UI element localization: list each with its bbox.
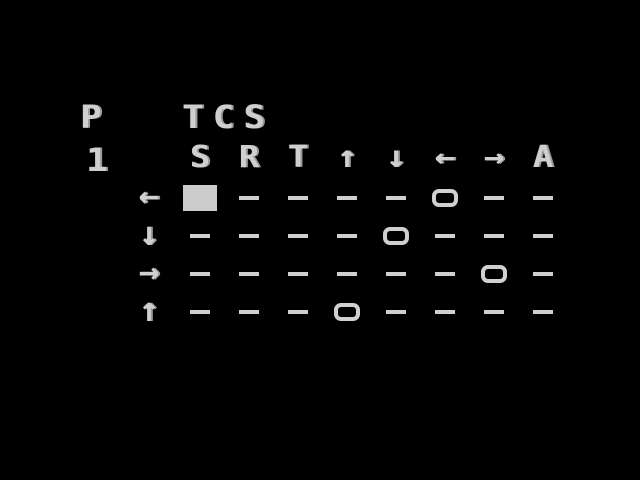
cell-up-a[interactable] — [518, 293, 568, 331]
empty-slot-dash — [435, 234, 455, 238]
empty-slot-dash — [533, 234, 553, 238]
empty-slot-dash — [337, 196, 357, 200]
empty-slot-dash — [533, 196, 553, 200]
row-label-up: ↑ — [138, 290, 160, 330]
empty-slot-dash — [337, 272, 357, 276]
row-label-left: ← — [138, 176, 160, 216]
cell-right-r[interactable] — [224, 255, 274, 293]
empty-slot-dash — [288, 196, 308, 200]
empty-slot-dash — [435, 310, 455, 314]
cell-right-down[interactable] — [371, 255, 421, 293]
cell-down-down[interactable] — [371, 217, 421, 255]
empty-slot-dash — [337, 234, 357, 238]
selected-marker — [481, 265, 507, 283]
cell-right-right[interactable] — [469, 255, 519, 293]
row-label-down: ↓ — [138, 214, 160, 254]
empty-slot-dash — [484, 196, 504, 200]
empty-slot-dash — [288, 310, 308, 314]
cell-up-t[interactable] — [273, 293, 323, 331]
row-label-right: → — [138, 252, 160, 292]
column-header-t: T — [287, 139, 309, 176]
cell-left-a[interactable] — [518, 179, 568, 217]
cell-left-up[interactable] — [322, 179, 372, 217]
empty-slot-dash — [386, 196, 406, 200]
empty-slot-dash — [288, 234, 308, 238]
cell-down-right[interactable] — [469, 217, 519, 255]
cell-left-left[interactable] — [420, 179, 470, 217]
column-header-left: ← — [434, 139, 456, 176]
empty-slot-dash — [386, 310, 406, 314]
tcs-label: TCS — [182, 99, 275, 137]
cell-up-left[interactable] — [420, 293, 470, 331]
cell-down-up[interactable] — [322, 217, 372, 255]
column-header-down: ↓ — [385, 139, 407, 176]
column-header-a: A — [532, 139, 554, 176]
column-header-s: S — [189, 139, 211, 176]
empty-slot-dash — [239, 196, 259, 200]
cell-up-s[interactable] — [175, 293, 225, 331]
column-header-r: R — [238, 139, 260, 176]
cell-left-s[interactable] — [175, 179, 225, 217]
empty-slot-dash — [190, 234, 210, 238]
cell-left-down[interactable] — [371, 179, 421, 217]
selected-marker — [432, 189, 458, 207]
empty-slot-dash — [533, 272, 553, 276]
selection-cursor — [183, 185, 217, 211]
empty-slot-dash — [484, 234, 504, 238]
cell-down-s[interactable] — [175, 217, 225, 255]
cell-right-s[interactable] — [175, 255, 225, 293]
empty-slot-dash — [239, 272, 259, 276]
empty-slot-dash — [239, 234, 259, 238]
cell-up-right[interactable] — [469, 293, 519, 331]
cell-down-r[interactable] — [224, 217, 274, 255]
cell-up-r[interactable] — [224, 293, 274, 331]
cell-left-r[interactable] — [224, 179, 274, 217]
selected-marker — [383, 227, 409, 245]
cell-up-up[interactable] — [322, 293, 372, 331]
empty-slot-dash — [190, 272, 210, 276]
selected-marker — [334, 303, 360, 321]
p-label: P — [80, 99, 111, 137]
cell-left-t[interactable] — [273, 179, 323, 217]
empty-slot-dash — [386, 272, 406, 276]
cell-down-t[interactable] — [273, 217, 323, 255]
column-header-right: → — [483, 139, 505, 176]
cell-right-up[interactable] — [322, 255, 372, 293]
empty-slot-dash — [484, 310, 504, 314]
cell-right-a[interactable] — [518, 255, 568, 293]
player-number: 1 — [86, 142, 117, 180]
cell-right-t[interactable] — [273, 255, 323, 293]
button-mapping-screen: P TCS 1 S R T ↑ ↓ ← → A ← ↓ → ↑ — [0, 0, 640, 480]
cell-left-right[interactable] — [469, 179, 519, 217]
cell-down-a[interactable] — [518, 217, 568, 255]
empty-slot-dash — [288, 272, 308, 276]
column-header-up: ↑ — [336, 139, 358, 176]
empty-slot-dash — [239, 310, 259, 314]
cell-up-down[interactable] — [371, 293, 421, 331]
cell-right-left[interactable] — [420, 255, 470, 293]
cell-down-left[interactable] — [420, 217, 470, 255]
empty-slot-dash — [533, 310, 553, 314]
empty-slot-dash — [190, 310, 210, 314]
empty-slot-dash — [435, 272, 455, 276]
